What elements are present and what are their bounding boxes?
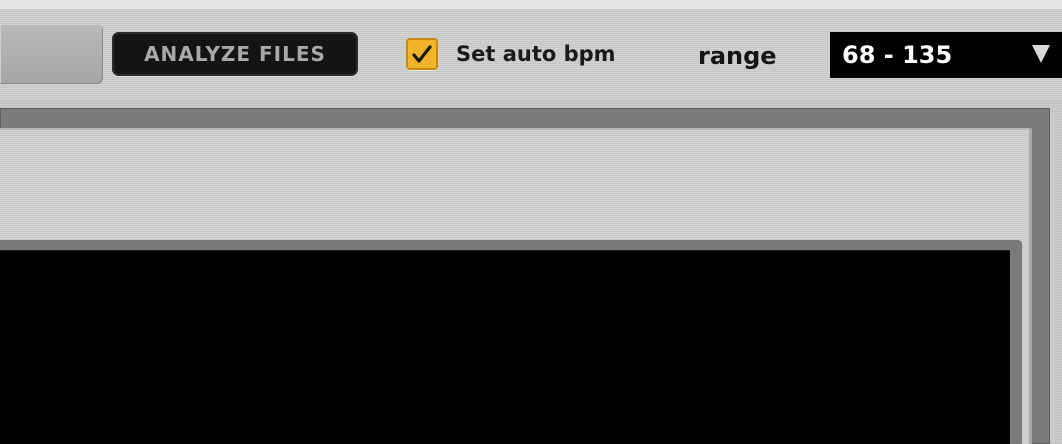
check-icon xyxy=(412,45,432,63)
auto-bpm-toggle[interactable]: Set auto bpm xyxy=(406,36,616,72)
main-panel xyxy=(0,108,1050,444)
range-value: 68 - 135 xyxy=(842,41,953,69)
toolbar-left-button[interactable] xyxy=(0,24,103,84)
display-screen xyxy=(0,250,1010,444)
triangle-down-icon xyxy=(1032,45,1050,63)
display-frame xyxy=(0,240,1022,444)
toolbar-edge xyxy=(0,0,1062,9)
analyze-files-button[interactable]: ANALYZE FILES xyxy=(112,32,358,76)
auto-bpm-checkbox[interactable] xyxy=(406,38,438,70)
auto-bpm-label: Set auto bpm xyxy=(456,42,616,66)
app-window: ANALYZE FILES Set auto bpm range 68 - 13… xyxy=(0,0,1062,444)
range-dropdown[interactable]: 68 - 135 xyxy=(830,32,1062,78)
panel-inner xyxy=(0,128,1032,444)
analyze-files-label: ANALYZE FILES xyxy=(144,42,326,66)
range-label: range xyxy=(698,42,777,70)
toolbar: ANALYZE FILES Set auto bpm range 68 - 13… xyxy=(0,0,1062,100)
